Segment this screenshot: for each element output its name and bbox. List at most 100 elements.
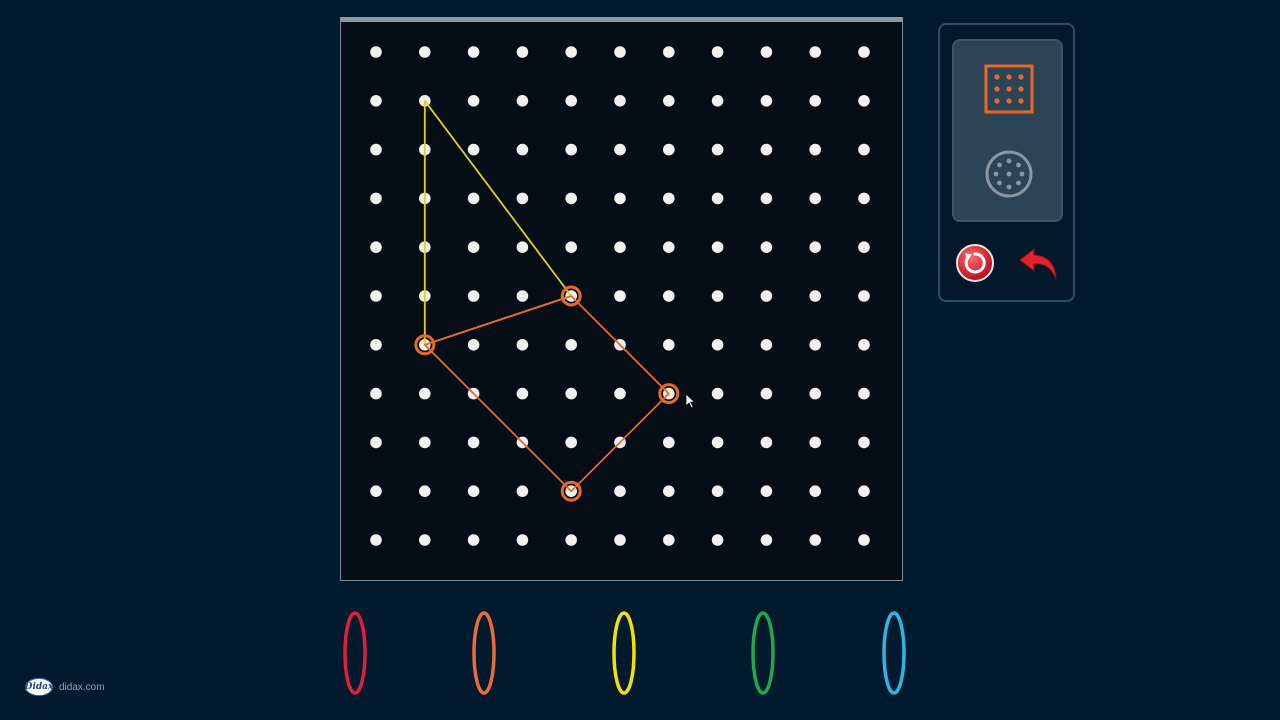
blue-rubber-band[interactable]	[880, 610, 908, 696]
peg[interactable]	[663, 46, 675, 58]
peg[interactable]	[565, 241, 577, 253]
peg[interactable]	[760, 290, 773, 302]
peg[interactable]	[370, 534, 382, 546]
peg[interactable]	[711, 339, 724, 351]
peg[interactable]	[419, 387, 431, 400]
orange-rubber-band[interactable]	[470, 610, 498, 696]
peg[interactable]	[809, 290, 821, 302]
peg[interactable]	[663, 143, 675, 156]
peg[interactable]	[516, 241, 529, 253]
peg[interactable]	[760, 95, 773, 107]
peg[interactable]	[565, 46, 577, 58]
yellow-band-shape[interactable]	[423, 99, 573, 346]
peg[interactable]	[663, 241, 675, 253]
peg[interactable]	[858, 143, 870, 156]
peg[interactable]	[858, 95, 870, 107]
peg[interactable]	[614, 143, 626, 156]
peg[interactable]	[419, 534, 431, 546]
peg[interactable]	[858, 46, 870, 58]
peg[interactable]	[614, 387, 626, 400]
peg[interactable]	[760, 339, 773, 351]
peg[interactable]	[760, 46, 773, 58]
peg[interactable]	[663, 339, 675, 351]
peg[interactable]	[760, 143, 773, 156]
peg[interactable]	[467, 290, 480, 302]
peg[interactable]	[614, 241, 626, 253]
peg[interactable]	[614, 95, 626, 107]
peg[interactable]	[809, 436, 821, 449]
peg[interactable]	[467, 241, 480, 253]
peg[interactable]	[370, 143, 382, 156]
peg[interactable]	[858, 534, 870, 546]
square-geoboard-icon[interactable]	[984, 64, 1034, 114]
peg[interactable]	[565, 192, 577, 205]
peg[interactable]	[711, 46, 724, 58]
peg[interactable]	[809, 387, 821, 400]
peg[interactable]	[663, 534, 675, 546]
peg[interactable]	[370, 485, 382, 498]
peg[interactable]	[760, 485, 773, 498]
peg[interactable]	[711, 485, 724, 498]
peg[interactable]	[663, 436, 675, 449]
peg[interactable]	[614, 290, 626, 302]
peg[interactable]	[711, 290, 724, 302]
peg[interactable]	[760, 387, 773, 400]
peg[interactable]	[809, 95, 821, 107]
peg[interactable]	[370, 192, 382, 205]
peg[interactable]	[516, 46, 529, 58]
peg[interactable]	[516, 485, 529, 498]
peg[interactable]	[858, 436, 870, 449]
peg[interactable]	[711, 387, 724, 400]
peg[interactable]	[858, 192, 870, 205]
peg[interactable]	[858, 339, 870, 351]
peg[interactable]	[711, 95, 724, 107]
peg[interactable]	[663, 485, 675, 498]
peg[interactable]	[760, 534, 773, 546]
green-rubber-band[interactable]	[749, 610, 777, 696]
peg[interactable]	[711, 143, 724, 156]
peg[interactable]	[516, 143, 529, 156]
peg[interactable]	[760, 192, 773, 205]
peg[interactable]	[516, 339, 529, 351]
peg[interactable]	[711, 192, 724, 205]
yellow-rubber-band[interactable]	[610, 610, 638, 696]
peg[interactable]	[614, 46, 626, 58]
peg[interactable]	[516, 192, 529, 205]
peg[interactable]	[565, 143, 577, 156]
peg[interactable]	[516, 534, 529, 546]
peg[interactable]	[809, 485, 821, 498]
peg[interactable]	[467, 436, 480, 449]
peg[interactable]	[809, 339, 821, 351]
peg[interactable]	[663, 192, 675, 205]
peg[interactable]	[858, 387, 870, 400]
peg[interactable]	[370, 290, 382, 302]
peg[interactable]	[467, 485, 480, 498]
peg[interactable]	[467, 534, 480, 546]
peg[interactable]	[370, 46, 382, 58]
undo-arrow-icon[interactable]	[1018, 243, 1062, 283]
peg[interactable]	[858, 241, 870, 253]
peg[interactable]	[516, 387, 529, 400]
peg[interactable]	[809, 192, 821, 205]
peg[interactable]	[809, 46, 821, 58]
peg[interactable]	[370, 95, 382, 107]
peg[interactable]	[370, 339, 382, 351]
peg[interactable]	[614, 485, 626, 498]
peg[interactable]	[370, 436, 382, 449]
orange-band-shape[interactable]	[423, 295, 670, 493]
reset-icon[interactable]	[955, 243, 995, 283]
geoboard-canvas[interactable]	[341, 22, 902, 580]
peg[interactable]	[467, 143, 480, 156]
circular-geoboard-icon[interactable]	[984, 149, 1034, 199]
peg[interactable]	[614, 192, 626, 205]
peg[interactable]	[565, 436, 577, 449]
peg[interactable]	[809, 241, 821, 253]
peg[interactable]	[809, 143, 821, 156]
peg[interactable]	[419, 436, 431, 449]
peg[interactable]	[711, 534, 724, 546]
peg[interactable]	[565, 95, 577, 107]
peg[interactable]	[467, 339, 480, 351]
peg[interactable]	[614, 534, 626, 546]
peg[interactable]	[419, 485, 431, 498]
peg[interactable]	[516, 95, 529, 107]
